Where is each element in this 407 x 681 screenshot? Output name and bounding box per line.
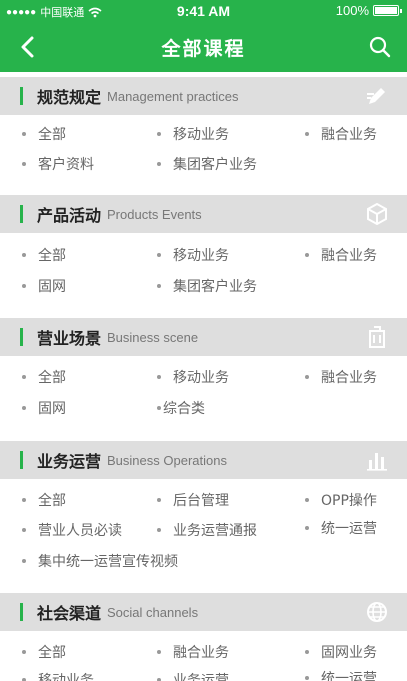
section-title: 社会渠道 — [37, 604, 102, 623]
list-item[interactable]: 统一运营 — [305, 668, 377, 681]
section-title: 营业场景 — [37, 329, 102, 348]
section-header-management: 规范规定 Management practices — [0, 77, 407, 115]
section-title: 业务运营 — [37, 452, 102, 471]
list-item[interactable]: 客户资料 — [22, 154, 94, 174]
list-item[interactable]: 固网 — [22, 398, 66, 418]
section-accent-bar — [20, 603, 23, 621]
battery-icon — [373, 5, 402, 16]
list-item[interactable]: 全部 — [22, 642, 66, 662]
list-item[interactable]: 业务运营 — [157, 670, 229, 681]
section-accent-bar — [20, 87, 23, 105]
list-item[interactable]: 统一运营 — [305, 518, 377, 538]
list-item[interactable]: 移动业务 — [22, 670, 94, 681]
list-item[interactable]: 融合业务 — [305, 367, 377, 387]
search-icon[interactable] — [367, 34, 393, 60]
list-item[interactable]: 固网业务 — [305, 642, 377, 662]
battery-percent: 100% — [335, 3, 369, 18]
list-item[interactable]: 移动业务 — [157, 124, 229, 144]
section-accent-bar — [20, 451, 23, 469]
section-header-products: 产品活动 Products Events — [0, 195, 407, 233]
pencil-icon — [367, 88, 385, 104]
page-title: 全部课程 — [161, 38, 246, 60]
bar-chart-icon — [367, 453, 387, 471]
globe-icon — [367, 602, 387, 622]
list-item[interactable]: 后台管理 — [157, 490, 229, 510]
status-bar: ●●●●● 中国联通 9:41 AM 100% — [0, 0, 407, 22]
list-item[interactable]: 集中统一运营宣传视频 — [22, 551, 178, 571]
list-item[interactable]: 综合类 — [157, 398, 205, 418]
list-item[interactable]: 集团客户业务 — [157, 276, 257, 296]
section-title: 产品活动 — [37, 206, 102, 225]
section-subtitle: Business Operations — [107, 452, 227, 468]
section-header-operations: 业务运营 Business Operations — [0, 441, 407, 479]
section-subtitle: Business scene — [107, 329, 199, 345]
section-subtitle: Management practices — [107, 88, 239, 104]
section-header-business-scene: 营业场景 Business scene — [0, 318, 407, 356]
list-item[interactable]: 融合业务 — [305, 124, 377, 144]
section-accent-bar — [20, 328, 23, 346]
section-title: 规范规定 — [37, 88, 102, 107]
list-item[interactable]: 全部 — [22, 367, 66, 387]
list-item[interactable]: 固网 — [22, 276, 66, 296]
section-subtitle: Social channels — [107, 604, 199, 620]
list-item[interactable]: 集团客户业务 — [157, 154, 257, 174]
section-accent-bar — [20, 205, 23, 223]
section-subtitle: Products Events — [107, 206, 202, 222]
list-item[interactable]: 移动业务 — [157, 245, 229, 265]
section-header-social: 社会渠道 Social channels — [0, 593, 407, 631]
nav-bar: 全部课程 — [0, 22, 407, 72]
list-item[interactable]: 全部 — [22, 124, 66, 144]
cube-icon — [367, 202, 387, 226]
list-item[interactable]: 全部 — [22, 245, 66, 265]
list-item[interactable]: 营业人员必读 — [22, 520, 122, 540]
list-item[interactable]: 移动业务 — [157, 367, 229, 387]
building-icon — [369, 326, 385, 348]
list-item[interactable]: 全部 — [22, 490, 66, 510]
top-bar: ●●●●● 中国联通 9:41 AM 100% 全部课程 — [0, 0, 407, 72]
list-item[interactable]: 融合业务 — [157, 642, 229, 662]
list-item[interactable]: OPP操作 — [305, 490, 377, 510]
list-item[interactable]: 业务运营通报 — [157, 520, 257, 540]
list-item[interactable]: 融合业务 — [305, 245, 377, 265]
